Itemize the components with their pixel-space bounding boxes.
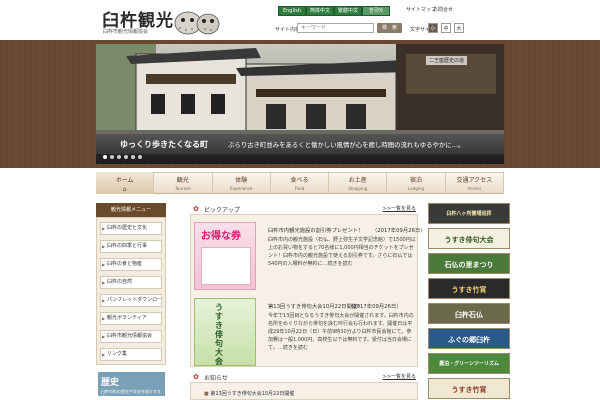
pickup-more-link[interactable]: >>一覧を見る: [383, 205, 416, 212]
hero-headline: ゆっくり歩きたくなる町: [120, 139, 208, 149]
nav-item-sublabel: Shopping: [348, 186, 368, 191]
flower-icon: ✿: [193, 373, 199, 381]
nav-item-label: 体験: [235, 177, 248, 184]
promo-banner[interactable]: ふぐの郷臼杵: [428, 328, 510, 349]
pickup-article-1-date: （2017年09月26日）: [372, 228, 426, 234]
promo-banner[interactable]: うすき俳句大会: [428, 228, 510, 249]
pickup-title: ピックアップ: [204, 207, 241, 214]
pickup-article-1-image-text: お得な券: [201, 231, 241, 242]
page: 臼杵観光 臼杵市観光情報協会 English 简体中文 繁體中文 한국어 サイト…: [0, 0, 600, 400]
search-button[interactable]: 検 索: [377, 23, 402, 33]
nav-item-1[interactable]: 観光 Tourism: [154, 172, 213, 194]
nav-item-4[interactable]: お土産 Shopping: [329, 172, 388, 194]
pickup-article-1-image[interactable]: お得な券: [194, 222, 256, 290]
site-logo-subtitle: 臼杵市観光情報協会: [103, 29, 149, 35]
history-banner[interactable]: 歴史 臼杵の町の歴史や文化を紹介する情報: [98, 372, 165, 400]
news-item[interactable]: ■ 第13回うすき俳句大会10月22日開催: [204, 390, 294, 397]
nav-item-label: 観光: [176, 177, 189, 184]
search-input[interactable]: [297, 23, 374, 33]
nav-item-label: 食べる: [290, 177, 309, 184]
promo-banner[interactable]: 臼杵八ヶ所霊場巡拝: [428, 203, 510, 224]
pickup-header: ✿ ピックアップ >>一覧を見る: [190, 203, 418, 215]
lang-english-button[interactable]: English: [278, 6, 306, 16]
pickup-article-1[interactable]: お得な券 臼杵市内観光施設の割引券プレゼント！ （2017年09月26日） 臼杵…: [194, 222, 425, 290]
nav-item-3[interactable]: 食べる Food: [271, 172, 330, 194]
sidebar-item[interactable]: リンク集: [100, 348, 162, 361]
history-banner-text: 臼杵の町の歴史や文化を紹介する情報: [101, 389, 161, 400]
lang-korean-button[interactable]: 한국어: [362, 6, 390, 16]
hero-location-tag: 二王座歴史の道: [426, 56, 468, 65]
slide-dot[interactable]: [124, 155, 128, 159]
promo-banner[interactable]: 農泊・グリーンツーリズム: [428, 353, 510, 374]
nav-item-sublabel: Food: [294, 186, 305, 191]
slide-dot[interactable]: [103, 155, 107, 159]
pickup-article-1-body: 臼杵市内の観光施設（石仏、野上弥生子文学記念館）で1500円以上のお買い物をする…: [268, 237, 416, 267]
pufferfish-mascot-icon: [174, 11, 220, 35]
font-size-medium-button[interactable]: 中: [441, 23, 451, 33]
pickup-article-1-title[interactable]: 臼杵市内観光施設の割引券プレゼント！: [268, 226, 363, 234]
font-size-small-button[interactable]: 小: [428, 23, 438, 33]
promo-banner[interactable]: 臼杵石仏: [428, 303, 510, 324]
bullet-icon: ■: [204, 391, 209, 397]
font-size-large-button[interactable]: 大: [454, 23, 464, 33]
pickup-article-2-image[interactable]: うすき俳句大会: [194, 298, 256, 366]
promo-banner[interactable]: 石仏の里まつり: [428, 253, 510, 274]
nav-item-5[interactable]: 宿泊 Lodging: [387, 172, 446, 194]
nav-item-label: 交通アクセス: [456, 177, 493, 184]
news-header: ✿ お知らせ >>一覧を見る: [190, 371, 418, 383]
slide-dot[interactable]: [117, 155, 121, 159]
sidebar-item[interactable]: パンフレットダウンロード: [100, 294, 162, 307]
sidebar-title: 観光情報メニュー: [96, 203, 166, 217]
nav-item-sublabel: Experience: [230, 186, 253, 191]
coupon-photo-icon: [201, 247, 251, 285]
sidebar-item[interactable]: 臼杵の歴史と文化: [100, 222, 162, 235]
news-more-link[interactable]: >>一覧を見る: [383, 373, 416, 380]
sidebar-item[interactable]: 臼杵の自然: [100, 276, 162, 289]
sidebar-item[interactable]: 臼杵の四季と行事: [100, 240, 162, 253]
slide-dot[interactable]: [138, 155, 142, 159]
sidebar-item[interactable]: 臼杵の食と物産: [100, 258, 162, 271]
nav-item-2[interactable]: 体験 Experience: [213, 172, 271, 194]
nav-item-6[interactable]: 交通アクセス Access: [446, 172, 504, 194]
news-title: お知らせ: [204, 375, 228, 382]
pickup-article-2-image-text: うすき俳句大会: [215, 302, 223, 366]
sidebar-item[interactable]: 観光ボランティア: [100, 312, 162, 325]
news-item-text[interactable]: 第13回うすき俳句大会10月22日開催: [210, 391, 294, 397]
contact-link[interactable]: お問合せ: [433, 6, 453, 13]
nav-item-sublabel: Lodging: [408, 186, 424, 191]
nav-item-sublabel: Tourism: [175, 186, 191, 191]
lang-simplified-chinese-button[interactable]: 简体中文: [306, 6, 334, 16]
promo-banner[interactable]: うすき竹宵: [428, 278, 510, 299]
pickup-article-2-body: 今年で13回目となるうすき俳句大会が開催されます。臼杵市内の名所をめぐりながら俳…: [268, 313, 414, 351]
slide-dot[interactable]: [131, 155, 135, 159]
pickup-article-2[interactable]: うすき俳句大会 第13回うすき俳句大会10月22日開催！ （2017年09月26…: [194, 298, 416, 366]
flower-icon: ✿: [193, 205, 199, 213]
nav-item-0[interactable]: ホーム ⌂: [96, 172, 155, 194]
promo-banner[interactable]: うすき竹宵: [428, 378, 510, 399]
hero-caption: ぶらり古き町並みをあるくと懐かしい風情が心を癒し時間の流れもゆるやかに…。: [228, 141, 465, 149]
nav-item-label: ホーム: [115, 177, 134, 184]
lang-traditional-chinese-button[interactable]: 繁體中文: [334, 6, 362, 16]
pickup-article-2-date: （2017年09月26日）: [348, 304, 402, 310]
nav-item-label: 宿泊: [410, 177, 423, 184]
nav-item-sublabel: Access: [467, 186, 482, 191]
sidebar-item[interactable]: 臼杵市観光情報協会: [100, 330, 162, 343]
nav-item-label: お土産: [348, 177, 367, 184]
sitemap-link[interactable]: サイトマップ: [406, 6, 436, 13]
history-banner-title: 歴史: [101, 378, 120, 388]
home-icon: ⌂: [122, 186, 127, 193]
slide-dot[interactable]: [110, 155, 114, 159]
